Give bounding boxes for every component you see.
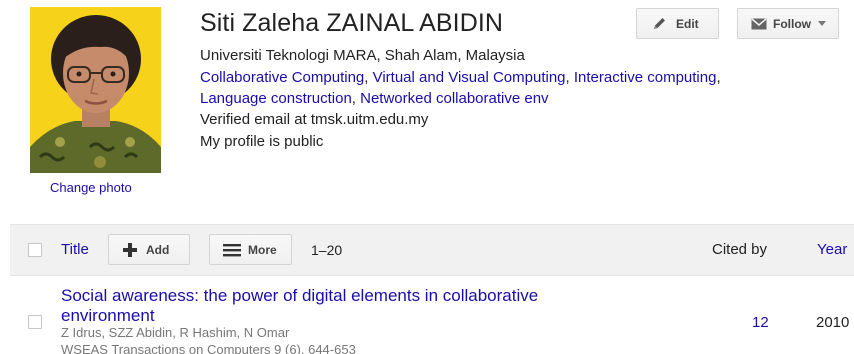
interest-separator: , <box>351 90 361 107</box>
add-button[interactable]: Add <box>108 234 190 265</box>
affiliation: Universiti Teknologi MARA, Shah Alam, Ma… <box>200 47 525 64</box>
publication-year: 2010 <box>816 314 850 331</box>
publication-authors: Z Idrus, SZZ Abidin, R Hashim, N Omar <box>61 325 290 340</box>
interest-link-1[interactable]: Collaborative Computing <box>200 69 364 86</box>
follow-label: Follow <box>773 16 811 31</box>
add-label: Add <box>146 242 170 257</box>
interest-link-5[interactable]: Networked collaborative env <box>360 90 548 107</box>
select-all-checkbox[interactable] <box>28 243 42 257</box>
publications-toolbar: Title Add More 1–20 Cited by Year <box>10 224 854 276</box>
publication-title-link[interactable]: Social awareness: the power of digital e… <box>61 286 621 326</box>
plus-icon <box>123 242 137 257</box>
more-button[interactable]: More <box>209 234 292 265</box>
pencil-icon <box>654 18 665 29</box>
pagination-range: 1–20 <box>311 242 343 258</box>
profile-visibility: My profile is public <box>200 133 324 150</box>
sort-by-title-link[interactable]: Title <box>61 241 89 258</box>
edit-button[interactable]: Edit <box>636 8 719 39</box>
interests-line-1: Collaborative Computing, Virtual and Vis… <box>200 68 721 88</box>
scholar-profile-page: Change photo Siti Zaleha ZAINAL ABIDIN U… <box>0 0 854 354</box>
portrait-image <box>30 7 161 173</box>
profile-photo[interactable] <box>30 7 161 173</box>
menu-lines-icon <box>223 243 241 256</box>
verified-email: Verified email at tmsk.uitm.edu.my <box>200 111 429 128</box>
publication-checkbox[interactable] <box>28 315 42 329</box>
change-photo-link[interactable]: Change photo <box>50 180 132 195</box>
publication-cited-by-link[interactable]: 12 <box>752 314 769 331</box>
chevron-down-icon <box>818 21 826 26</box>
profile-name: Siti Zaleha ZAINAL ABIDIN <box>200 9 504 37</box>
interests-line-2: Language construction, Networked collabo… <box>200 89 549 109</box>
cited-by-header: Cited by <box>712 241 768 258</box>
sort-by-year-link[interactable]: Year <box>817 241 847 258</box>
envelope-icon <box>751 17 767 29</box>
interest-separator: , <box>364 69 373 86</box>
interest-separator: , <box>716 69 721 86</box>
interest-link-3[interactable]: Interactive computing <box>574 69 717 86</box>
follow-button[interactable]: Follow <box>737 8 839 39</box>
interest-separator: , <box>565 69 574 86</box>
edit-label: Edit <box>676 16 699 31</box>
publication-venue: WSEAS Transactions on Computers 9 (6), 6… <box>61 342 356 354</box>
interest-link-2[interactable]: Virtual and Visual Computing <box>373 69 566 86</box>
interest-link-4[interactable]: Language construction <box>200 90 352 107</box>
more-label: More <box>248 242 277 257</box>
